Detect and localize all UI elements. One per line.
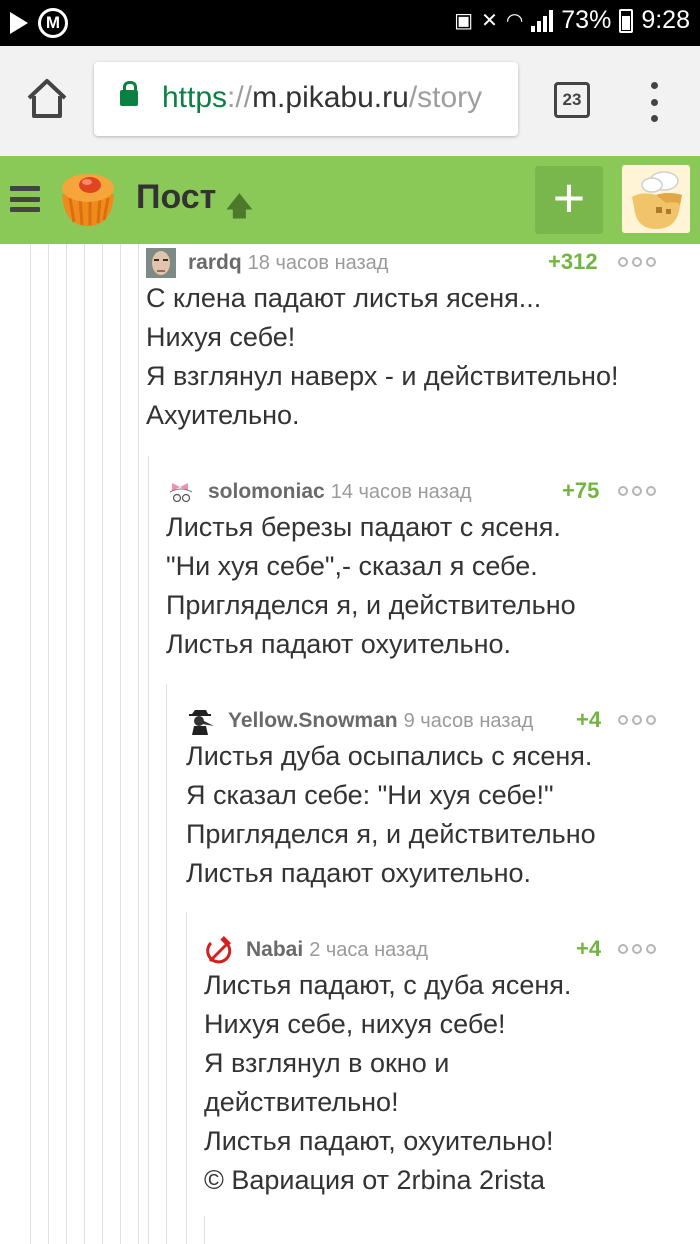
- comment-body: Листья березы падают с ясеня. "Ни хуя се…: [166, 508, 666, 664]
- comment-author[interactable]: solomoniac: [208, 480, 325, 504]
- comment-line: Пригляделся я, и действительно: [186, 819, 596, 849]
- scroll-up-arrow-icon[interactable]: 🡅: [226, 188, 253, 232]
- comment-line: Листья падают охуительно.: [186, 858, 532, 888]
- comment-line: Пригляделся я, и действительно: [166, 590, 576, 620]
- muffin-avatar-icon: [622, 165, 690, 233]
- url-text: https://m.pikabu.ru/story: [162, 81, 482, 115]
- comment: Nabai 2 часа назад +4 Листья падают, с д…: [204, 934, 666, 1200]
- tab-count: 23: [562, 90, 582, 109]
- thread-line: [186, 912, 187, 1244]
- comment-time: 14 часов назад: [330, 480, 472, 503]
- comment-line: "Ни хуя себе",- сказал я себе.: [166, 551, 538, 581]
- hammer-sickle-icon: [204, 935, 234, 965]
- signal-icon: [531, 9, 554, 32]
- comment-rating: +312: [548, 249, 598, 274]
- bow-girl-icon: [166, 477, 196, 507]
- avatar[interactable]: [146, 248, 176, 278]
- comment-thread: rardq 18 часов назад +312 С клена падают…: [0, 244, 700, 1244]
- comment-line: Нихуя себе!: [146, 322, 296, 352]
- comment-more-icon[interactable]: [618, 710, 658, 730]
- hamburger-menu-icon[interactable]: [10, 186, 40, 212]
- user-avatar[interactable]: [622, 165, 690, 233]
- add-post-label: +: [552, 166, 586, 229]
- comment-body: Листья дуба осыпались с ясеня. Я сказал …: [186, 737, 666, 893]
- comment-rating: +4: [576, 936, 602, 961]
- comment-line: © Вариация от 2rbina 2rista: [204, 1165, 546, 1195]
- thread-line: [166, 684, 167, 1244]
- url-host: m.pikabu.ru: [252, 81, 409, 114]
- comment: Yellow.Snowman 9 часов назад +4 Листья д…: [186, 705, 666, 893]
- comment-author[interactable]: rardq: [188, 251, 242, 275]
- comment-time: 18 часов назад: [247, 251, 389, 274]
- comment-time: 2 часа назад: [309, 938, 428, 961]
- comment-time: 9 часов назад: [403, 709, 534, 732]
- metro-icon: М: [38, 8, 68, 38]
- avatar[interactable]: [166, 477, 196, 507]
- comment-more-icon[interactable]: [618, 481, 658, 501]
- url-scheme: https: [162, 81, 228, 114]
- thread-line: [84, 244, 85, 1244]
- wifi-icon: ◠: [505, 10, 524, 32]
- comment-line: Нихуя себе, нихуя себе!: [204, 1009, 506, 1039]
- comment: rardq 18 часов назад +312 С клена падают…: [146, 247, 666, 435]
- thread-line: [30, 244, 31, 1244]
- avatar[interactable]: [186, 706, 216, 736]
- comment-author[interactable]: Yellow.Snowman: [228, 709, 398, 733]
- browser-toolbar: https://m.pikabu.ru/story 23: [0, 46, 700, 156]
- battery-percent: 73%: [561, 6, 612, 34]
- comment-rating: +75: [562, 478, 600, 503]
- comment-line: Я взглянул в окно и: [204, 1048, 450, 1078]
- comment-line: Я сказал себе: "Ни хуя себе!": [186, 780, 554, 810]
- comment-line: С клена падают листья ясеня...: [146, 283, 542, 313]
- comment-line: Листья дуба осыпались с ясеня.: [186, 741, 593, 771]
- lock-icon: [120, 81, 138, 106]
- url-separator: ://: [227, 81, 253, 114]
- thread-line: [48, 244, 49, 1244]
- thread-line: [204, 1216, 205, 1244]
- url-path: /story: [408, 81, 483, 114]
- mute-icon: ✕: [481, 10, 498, 32]
- play-icon: [10, 12, 28, 34]
- comment-line: Я взглянул наверх - и действительно!: [146, 361, 619, 391]
- status-bar: М ▣ ✕ ◠ 73% 9:28: [0, 0, 700, 46]
- comment-line: Листья березы падают с ясеня.: [166, 512, 561, 542]
- tab-switcher-button[interactable]: 23: [554, 82, 590, 118]
- comment-line: Листья падают, с дуба ясеня.: [204, 970, 572, 1000]
- address-bar[interactable]: https://m.pikabu.ru/story: [94, 62, 518, 136]
- home-icon[interactable]: [24, 76, 70, 122]
- comment-body: С клена падают листья ясеня... Нихуя себ…: [146, 279, 666, 435]
- page-title: Пост: [136, 178, 217, 216]
- comment-line: Листья падают, охуительно!: [204, 1126, 554, 1156]
- battery-icon: [619, 8, 634, 33]
- thread-line: [102, 244, 103, 1244]
- comment: solomoniac 14 часов назад +75 Листья бер…: [166, 476, 666, 664]
- thread-line: [138, 244, 139, 1244]
- site-header: Пост 🡅 +: [0, 156, 700, 244]
- comment-line: действительно!: [204, 1087, 399, 1117]
- comment-rating: +4: [576, 707, 602, 732]
- thread-line: [66, 244, 67, 1244]
- user-face-icon: [146, 248, 176, 278]
- add-post-button[interactable]: +: [535, 166, 603, 234]
- thread-line: [120, 244, 121, 1244]
- plague-doctor-icon: [186, 706, 216, 736]
- comment-author[interactable]: Nabai: [246, 938, 303, 962]
- comment-line: Листья падают охуительно.: [166, 629, 512, 659]
- sim-icon: ▣: [454, 10, 474, 32]
- metro-label: М: [45, 13, 61, 32]
- comment-more-icon[interactable]: [618, 252, 658, 272]
- browser-menu-icon[interactable]: [646, 82, 662, 122]
- comment-line: Ахуительно.: [146, 400, 300, 430]
- clock: 9:28: [641, 6, 690, 34]
- pikabu-logo-icon[interactable]: [56, 168, 120, 228]
- comment-body: Листья падают, с дуба ясеня. Нихуя себе,…: [204, 966, 666, 1200]
- avatar[interactable]: [204, 935, 234, 965]
- comment-more-icon[interactable]: [618, 939, 658, 959]
- thread-line: [148, 456, 149, 1244]
